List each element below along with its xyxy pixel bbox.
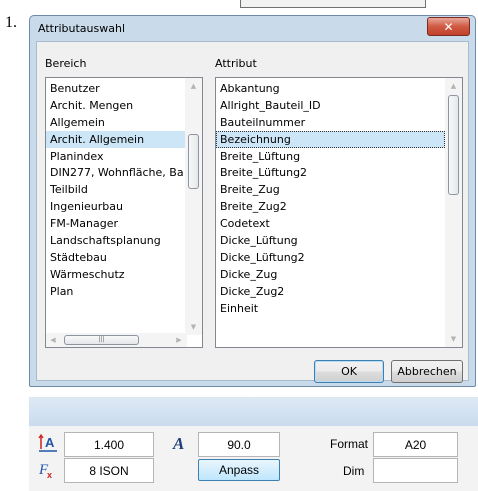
title-bar[interactable]: Attributauswahl ✕ [30, 16, 475, 41]
attribut-scroll-thumb[interactable] [448, 95, 459, 195]
list-item[interactable]: Einheit [216, 300, 445, 317]
attribut-vscrollbar[interactable]: ▲ ▼ [445, 78, 462, 347]
ok-button[interactable]: OK [314, 360, 384, 383]
scroll-down-arrow-icon[interactable]: ▼ [185, 319, 202, 335]
font-icon[interactable]: F x [38, 460, 58, 480]
list-item[interactable]: Ingenieurbau [46, 198, 185, 215]
list-item[interactable]: Städtebau [46, 249, 185, 266]
list-item[interactable]: Landschaftsplanung [46, 232, 185, 249]
toolbar-strip [29, 397, 478, 426]
attribut-list[interactable]: Abkantung Allright_Bauteil_ID Bauteilnumme… [215, 77, 463, 348]
list-item[interactable]: Benutzer [46, 80, 185, 97]
text-angle-field[interactable]: 90.0 [198, 432, 280, 457]
cancel-button[interactable]: Abbrechen [391, 360, 463, 383]
list-item[interactable]: Breite_Lüftung2 [216, 164, 445, 181]
bereich-vscrollbar[interactable]: ▲ ▼ [185, 78, 202, 335]
list-item[interactable]: Bauteilnummer [216, 114, 445, 131]
text-height-icon[interactable]: A [38, 433, 58, 453]
bereich-list[interactable]: Benutzer Archit. Mengen Allgemein Archit. A… [45, 77, 203, 348]
anpass-button[interactable]: Anpass [198, 459, 280, 481]
text-angle-icon[interactable]: A [170, 433, 192, 453]
font-field[interactable]: 8 ISON [64, 458, 154, 483]
svg-text:A: A [45, 435, 55, 450]
list-item[interactable]: Teilbild [46, 181, 185, 198]
attribut-items: Abkantung Allright_Bauteil_ID Bauteilnumme… [216, 80, 445, 316]
list-item[interactable]: Dicke_Zug2 [216, 283, 445, 300]
top-window-fragment [240, 0, 426, 8]
dialog-title: Attributauswahl [38, 22, 126, 35]
list-item[interactable]: DIN277, Wohnfläche, Ba [46, 164, 185, 181]
scroll-up-arrow-icon[interactable]: ▲ [185, 78, 202, 94]
list-item[interactable]: Breite_Zug2 [216, 198, 445, 215]
attribut-label: Attribut [215, 57, 257, 70]
list-item[interactable]: Allgemein [46, 114, 185, 131]
list-item[interactable]: Breite_Lüftung [216, 148, 445, 165]
dialog-body: Bereich Attribut Benutzer Archit. Mengen A… [36, 41, 469, 383]
list-item[interactable]: Bezeichnung [216, 130, 445, 148]
list-item[interactable]: Plan [46, 283, 185, 300]
bereich-items: Benutzer Archit. Mengen Allgemein Archit. A… [46, 80, 185, 300]
list-item[interactable]: Abkantung [216, 80, 445, 97]
list-item[interactable]: Planindex [46, 148, 185, 165]
text-height-field[interactable]: 1.400 [64, 432, 154, 457]
bereich-scroll-thumb[interactable] [188, 134, 199, 189]
list-item[interactable]: Dicke_Lüftung [216, 232, 445, 249]
svg-text:A: A [172, 434, 184, 453]
close-button[interactable]: ✕ [427, 17, 470, 36]
list-item[interactable]: Archit. Allgemein [46, 130, 185, 148]
list-item[interactable]: Dicke_Lüftung2 [216, 249, 445, 266]
scroll-left-arrow-icon[interactable]: ◀ [48, 332, 58, 347]
list-item[interactable]: Dicke_Zug [216, 266, 445, 283]
bereich-hscrollbar[interactable]: ◀ ||| ▶ [46, 333, 187, 347]
list-item[interactable]: FM-Manager [46, 215, 185, 232]
scroll-up-arrow-icon[interactable]: ▲ [445, 78, 462, 94]
format-label: Format [330, 437, 369, 451]
svg-text:x: x [47, 470, 52, 480]
format-field[interactable]: A20 [373, 432, 458, 457]
bereich-hscroll-thumb[interactable]: ||| [64, 335, 139, 345]
list-item[interactable]: Breite_Zug [216, 181, 445, 198]
list-item[interactable]: Codetext [216, 215, 445, 232]
dim-field[interactable] [373, 458, 458, 483]
scroll-right-arrow-icon[interactable]: ▶ [174, 332, 184, 347]
list-number: 1. [5, 14, 17, 31]
dim-label: Dim [343, 464, 365, 478]
list-item[interactable]: Allright_Bauteil_ID [216, 97, 445, 114]
list-item[interactable]: Wärmeschutz [46, 266, 185, 283]
attributauswahl-dialog: Attributauswahl ✕ Bereich Attribut Benut… [29, 15, 476, 387]
close-icon: ✕ [443, 19, 454, 34]
scroll-down-arrow-icon[interactable]: ▼ [445, 331, 462, 347]
bereich-label: Bereich [45, 57, 87, 70]
list-item[interactable]: Archit. Mengen [46, 97, 185, 114]
